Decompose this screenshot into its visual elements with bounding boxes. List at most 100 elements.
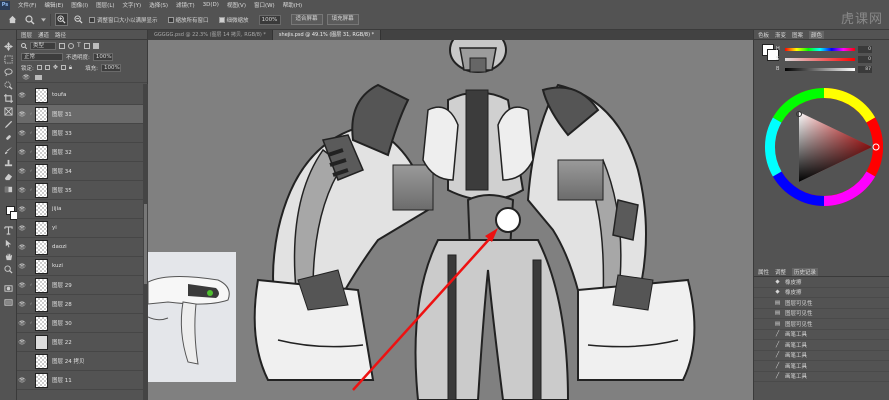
eye-icon[interactable]: 👁︎ <box>17 339 27 346</box>
history-item[interactable]: ◆ 橡皮擦 <box>754 277 889 288</box>
layer-row[interactable]: 图层 24 拷贝 <box>17 352 143 371</box>
tab-layers[interactable]: 图层 <box>21 31 32 39</box>
quick-mask-icon[interactable] <box>4 284 13 293</box>
tab-gradients[interactable]: 渐变 <box>775 31 786 39</box>
chevron-down-icon[interactable] <box>40 13 46 26</box>
saturation-slider[interactable] <box>785 57 855 61</box>
filter-shape-icon[interactable] <box>83 42 90 49</box>
fill-screen-button[interactable]: 填充屏幕 <box>326 14 359 25</box>
move-tool-icon[interactable] <box>4 42 13 51</box>
menu-select[interactable]: 选择(S) <box>145 1 172 9</box>
resize-windows-checkbox[interactable]: 调整窗口大小以满屏显示 <box>89 16 158 24</box>
tab-swatches[interactable]: 色板 <box>758 31 769 39</box>
fit-screen-button[interactable]: 适合屏幕 <box>290 14 323 25</box>
layer-row-selected[interactable]: 👁︎ ⸗ 图层 31 <box>17 105 143 124</box>
layer-row[interactable]: 👁︎ yi <box>17 219 143 238</box>
brightness-value[interactable]: 87 <box>858 65 872 73</box>
layer-row[interactable]: 👁︎ daozi <box>17 238 143 257</box>
frame-tool-icon[interactable] <box>4 107 13 116</box>
tab-adjustments[interactable]: 调整 <box>775 268 786 276</box>
layer-name[interactable]: 图层 29 <box>52 281 72 289</box>
layer-name[interactable]: 图层 31 <box>52 110 72 118</box>
lock-paint-icon[interactable] <box>44 65 50 70</box>
history-item[interactable]: ╱ 画笔工具 <box>754 340 889 351</box>
history-item[interactable]: ╱ 画笔工具 <box>754 361 889 372</box>
crop-tool-icon[interactable] <box>4 94 13 103</box>
layer-name[interactable]: 图层 30 <box>52 319 72 327</box>
gradient-tool-icon[interactable] <box>4 185 13 194</box>
quick-select-tool-icon[interactable] <box>4 81 13 90</box>
tab-patterns[interactable]: 图案 <box>792 31 803 39</box>
hue-value[interactable]: 0 <box>858 45 872 53</box>
filter-smart-icon[interactable] <box>92 42 99 49</box>
checkbox-box[interactable] <box>218 16 225 23</box>
zoom-tool-small-icon[interactable] <box>4 265 13 274</box>
eye-icon[interactable]: 👁︎ <box>17 320 27 327</box>
menu-image[interactable]: 图像(I) <box>67 1 92 9</box>
lock-pixels-icon[interactable] <box>36 65 42 70</box>
lock-artboard-icon[interactable] <box>60 65 66 70</box>
group-header-row[interactable]: 👁︎ <box>17 73 147 83</box>
layer-name[interactable]: yi <box>52 225 57 231</box>
scrubby-zoom-checkbox[interactable]: 细微缩放 <box>218 16 249 24</box>
layer-name[interactable]: 图层 22 <box>52 338 72 346</box>
zoom-in-icon[interactable] <box>55 13 68 26</box>
tab-color[interactable]: 颜色 <box>809 30 825 39</box>
document-canvas[interactable] <box>148 40 753 400</box>
lock-move-icon[interactable]: ✥ <box>53 64 58 71</box>
layer-row[interactable]: 👁︎ kuzi <box>17 257 143 276</box>
menu-window[interactable]: 窗口(W) <box>250 1 279 9</box>
eye-icon[interactable]: 👁︎ <box>21 74 31 81</box>
brush-tool-icon[interactable] <box>4 146 13 155</box>
hue-slider[interactable] <box>785 47 855 51</box>
layer-name[interactable]: 图层 34 <box>52 167 72 175</box>
layer-name[interactable]: daozi <box>52 244 67 250</box>
lasso-tool-icon[interactable] <box>4 68 13 77</box>
eye-icon[interactable]: 👁︎ <box>17 187 27 194</box>
history-item[interactable]: ╱ 画笔工具 <box>754 372 889 382</box>
zoom-out-icon[interactable] <box>72 13 85 26</box>
checkbox-box[interactable] <box>167 16 174 23</box>
layer-row[interactable]: 👁︎ ⸗ 图层 32 <box>17 143 143 162</box>
menu-help[interactable]: 帮助(H) <box>279 1 306 9</box>
layer-row[interactable]: 👁︎ ⸗ 图层 34 <box>17 162 143 181</box>
eyedropper-tool-icon[interactable] <box>4 120 13 129</box>
menu-edit[interactable]: 编辑(E) <box>40 1 67 9</box>
zoom-tool-icon[interactable] <box>23 13 36 26</box>
opacity-field[interactable]: 100% <box>92 52 113 61</box>
home-icon[interactable] <box>6 13 19 26</box>
layer-row[interactable]: 👁︎ jijia <box>17 200 143 219</box>
menu-3d[interactable]: 3D(D) <box>199 2 223 8</box>
menu-filter[interactable]: 滤镜(T) <box>172 1 199 9</box>
eye-icon[interactable]: 👁︎ <box>17 92 27 99</box>
tab-paths[interactable]: 路径 <box>55 31 66 39</box>
menu-view[interactable]: 视图(V) <box>223 1 250 9</box>
history-item[interactable]: ▤ 图层可见性 <box>754 319 889 330</box>
eye-icon[interactable]: 👁︎ <box>17 377 27 384</box>
menu-layer[interactable]: 图层(L) <box>92 1 118 9</box>
layer-row[interactable]: 👁︎ 图层 22 <box>17 333 143 352</box>
filter-type-icon[interactable]: T <box>77 42 81 49</box>
layer-name[interactable]: 图层 24 拷贝 <box>52 357 85 365</box>
eye-icon[interactable]: 👁︎ <box>17 149 27 156</box>
eye-icon[interactable]: 👁︎ <box>17 225 27 232</box>
layer-name[interactable]: kuzi <box>52 263 63 269</box>
filter-image-icon[interactable] <box>59 42 65 49</box>
filter-type-dropdown[interactable]: 类型 <box>30 41 56 50</box>
layer-row[interactable]: 👁︎ toufa <box>17 86 143 105</box>
layer-name[interactable]: 图层 11 <box>52 376 72 384</box>
layer-name[interactable]: jijia <box>52 206 61 212</box>
layer-name[interactable]: toufa <box>52 92 66 98</box>
hand-tool-icon[interactable] <box>4 252 13 261</box>
layer-name[interactable]: 图层 32 <box>52 148 72 156</box>
eye-icon[interactable]: 👁︎ <box>17 301 27 308</box>
layer-row[interactable]: 👁︎ ⸗ 图层 29 <box>17 276 143 295</box>
eye-icon[interactable]: 👁︎ <box>17 111 27 118</box>
healing-brush-tool-icon[interactable] <box>4 133 13 142</box>
menu-type[interactable]: 文字(Y) <box>119 1 146 9</box>
layer-name[interactable]: 图层 33 <box>52 129 72 137</box>
document-tab[interactable]: GGGGG.psd @ 22.3% (图层 14 拷贝, RGB/8) * <box>148 30 273 40</box>
checkbox-box[interactable] <box>89 16 95 23</box>
history-item[interactable]: ▤ 图层可见性 <box>754 298 889 309</box>
eye-icon[interactable]: 👁︎ <box>17 130 27 137</box>
